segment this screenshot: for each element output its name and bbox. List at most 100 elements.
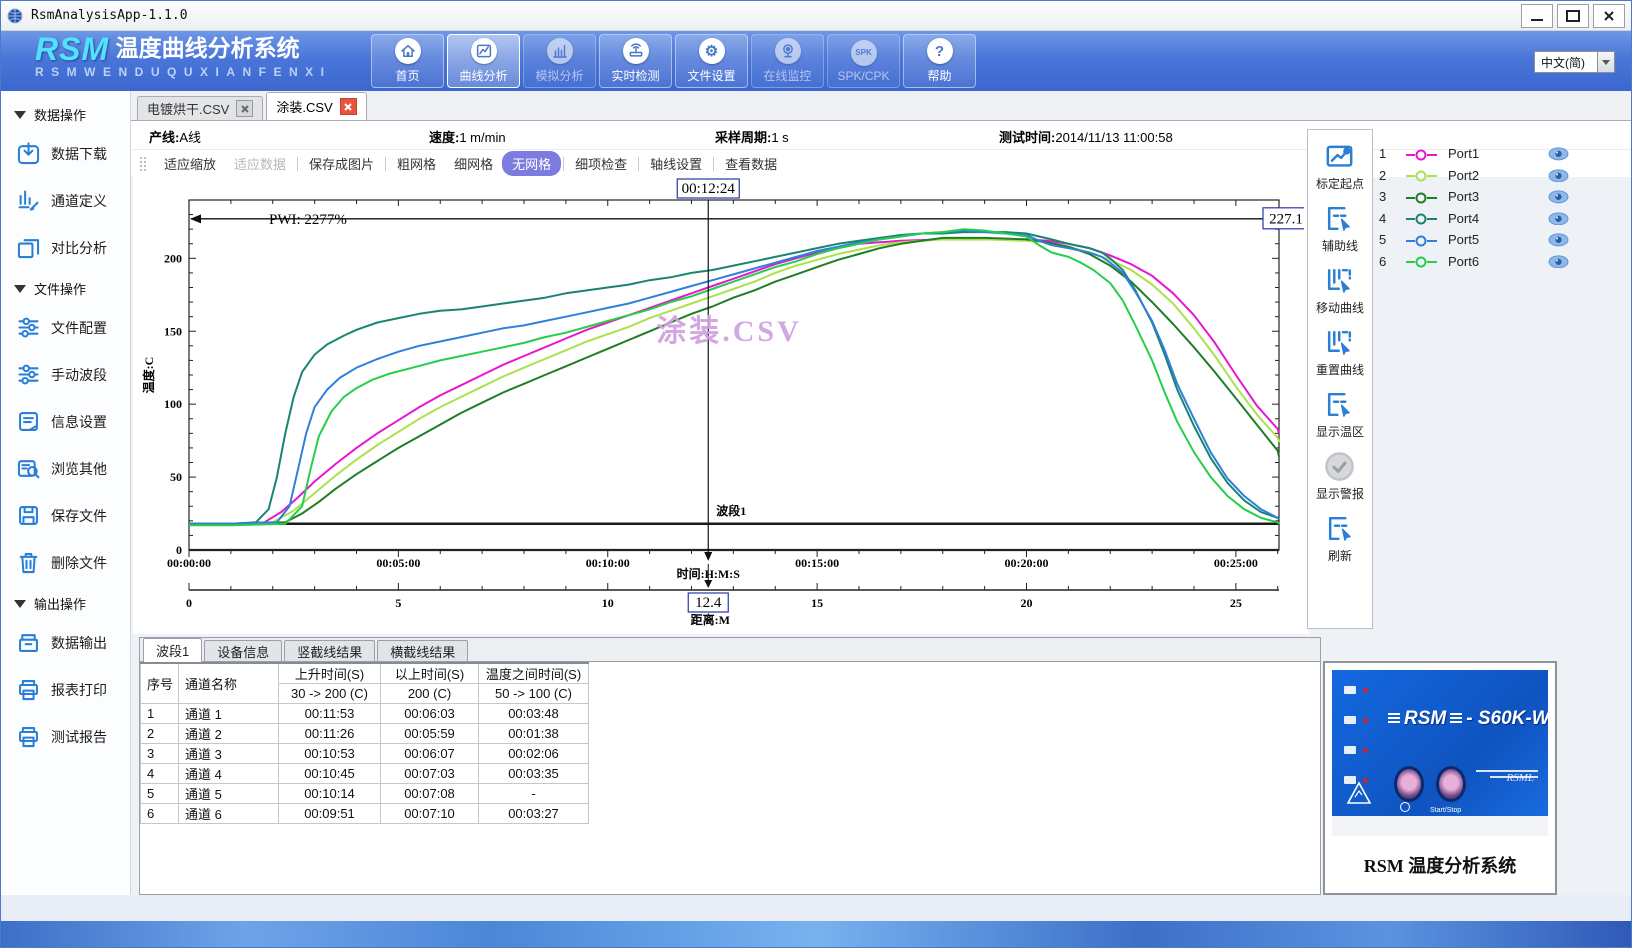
close-icon[interactable] (340, 98, 357, 115)
column-subheader: 200 (C) (381, 684, 479, 704)
table-cell: 00:10:14 (279, 784, 381, 804)
eye-icon[interactable] (1548, 233, 1569, 246)
sidebar-section-header[interactable]: 输出操作 (1, 586, 130, 619)
results-tab[interactable]: 波段1 (143, 638, 202, 662)
tool-panel[interactable]: 刷新 (1324, 512, 1357, 564)
tool-movec[interactable]: 移动曲线 (1316, 264, 1364, 316)
chart-toolbar-6[interactable]: 无网格 (502, 151, 561, 176)
sidebar-item[interactable]: 保存文件 (1, 492, 130, 539)
svg-text:100: 100 (164, 397, 182, 411)
sidebar-section-header[interactable]: 文件操作 (1, 271, 130, 304)
sidebar-section-header[interactable]: 数据操作 (1, 97, 130, 130)
table-row[interactable]: 3通道 300:10:5300:06:0700:02:06 (141, 744, 589, 764)
eye-icon[interactable] (1548, 169, 1569, 182)
eye-icon[interactable] (1548, 147, 1569, 160)
table-cell: 通道 4 (179, 764, 279, 784)
device-led (1344, 746, 1368, 754)
table-row[interactable]: 1通道 100:11:5300:06:0300:03:48 (141, 704, 589, 724)
sidebar-item[interactable]: 报表打印 (1, 666, 130, 713)
chart-area[interactable]: 00:00:0000:05:0000:10:0000:15:0000:20:00… (133, 176, 1309, 634)
svg-text:00:20:00: 00:20:00 (1004, 556, 1048, 570)
eye-icon[interactable] (1548, 190, 1569, 203)
table-row[interactable]: 2通道 200:11:2600:05:5900:01:38 (141, 724, 589, 744)
legend-row[interactable]: 2Port2 (1379, 165, 1569, 187)
nav-button-help[interactable]: ?帮助 (903, 34, 976, 88)
sidebar-item[interactable]: 通道定义 (1, 177, 130, 224)
tool-panel[interactable]: 显示温区 (1316, 388, 1364, 440)
legend-row[interactable]: 3Port3 (1379, 186, 1569, 208)
nav-button-settings[interactable]: ⚙文件设置 (675, 34, 748, 88)
language-select[interactable]: 中文(简) (1534, 51, 1615, 73)
table-row[interactable]: 4通道 400:10:4500:07:0300:03:35 (141, 764, 589, 784)
logo-main: RSM (35, 31, 109, 67)
legend-row[interactable]: 1Port1 (1379, 143, 1569, 165)
x2-axis-title: 距离:M (691, 612, 730, 627)
table-cell: 1 (141, 704, 179, 724)
eye-icon[interactable] (1548, 255, 1569, 268)
sidebar-item-label: 报表打印 (51, 680, 107, 700)
chart-toolbar-3[interactable]: 保存成图片 (300, 152, 383, 175)
legend-index: 4 (1379, 211, 1405, 226)
chart-toolbar-7[interactable]: 细项检查 (566, 152, 636, 175)
svg-text:20: 20 (1020, 596, 1032, 610)
legend-row[interactable]: 5Port5 (1379, 229, 1569, 251)
x-axis-title: 时间:H:M:S (677, 566, 741, 581)
table-row[interactable]: 5通道 500:10:1400:07:08- (141, 784, 589, 804)
chart-toolbar-5[interactable]: 细网格 (445, 152, 502, 175)
eye-icon[interactable] (1548, 212, 1569, 225)
results-tab[interactable]: 设备信息 (204, 640, 282, 661)
tool-label: 重置曲线 (1316, 361, 1364, 378)
nav-button-monitor: 在线监控 (751, 34, 824, 88)
chevron-down-icon (14, 285, 26, 293)
sidebar-item-label: 测试报告 (51, 727, 107, 747)
sidebar-item[interactable]: 信息设置 (1, 398, 130, 445)
sidebar-item[interactable]: 文件配置 (1, 304, 130, 351)
tool-panel[interactable]: 辅助线 (1322, 202, 1358, 254)
sidebar-item-label: 保存文件 (51, 506, 107, 526)
sidebar-item[interactable]: 数据输出 (1, 619, 130, 666)
file-tab[interactable]: 电镀烘干.CSV (137, 96, 263, 120)
table-cell: 6 (141, 804, 179, 824)
sidebar-item[interactable]: 删除文件 (1, 539, 130, 586)
table-cell: 通道 2 (179, 724, 279, 744)
legend-label: Port5 (1448, 232, 1548, 247)
nav-button-home[interactable]: 首页 (371, 34, 444, 88)
table-cell: 00:11:53 (279, 704, 381, 724)
sidebar-item[interactable]: 对比分析 (1, 224, 130, 271)
legend-row[interactable]: 6Port6 (1379, 251, 1569, 273)
results-tab[interactable]: 横截线结果 (377, 640, 468, 661)
tool-movec[interactable]: 重置曲线 (1316, 326, 1364, 378)
chart-toolbar-8[interactable]: 轴线设置 (641, 152, 711, 175)
app-icon (7, 8, 23, 24)
chart-toolbar-9[interactable]: 查看数据 (716, 152, 786, 175)
results-tab[interactable]: 竖截线结果 (284, 640, 375, 661)
close-button[interactable] (1593, 4, 1625, 28)
sidebar-item-label: 对比分析 (51, 238, 107, 258)
sidebar-item[interactable]: 浏览其他 (1, 445, 130, 492)
chart-toolbar-1[interactable]: 适应缩放 (155, 152, 225, 175)
maximize-button[interactable] (1557, 4, 1589, 28)
drag-handle-icon[interactable] (139, 156, 147, 172)
sidebar-item[interactable]: 手动波段 (1, 351, 130, 398)
minimize-button[interactable] (1521, 4, 1553, 28)
compare-icon (15, 234, 42, 261)
results-table: 序号通道名称上升时间(S)以上时间(S)温度之间时间(S)30 -> 200 (… (140, 662, 589, 824)
nav-label: 曲线分析 (459, 67, 507, 84)
sidebar-item[interactable]: 测试报告 (1, 713, 130, 760)
file-tab[interactable]: 涂装.CSV (266, 92, 366, 120)
tool-mark[interactable]: 标定起点 (1316, 140, 1364, 192)
nav-button-curve[interactable]: 曲线分析 (447, 34, 520, 88)
table-row[interactable]: 6通道 600:09:5100:07:1000:03:27 (141, 804, 589, 824)
svg-text:00:00:00: 00:00:00 (167, 556, 211, 570)
info-item: 测试时间:2014/11/13 11:00:58 (999, 127, 1173, 146)
nav-button-realtime[interactable]: 实时检测 (599, 34, 672, 88)
legend-row[interactable]: 4Port4 (1379, 208, 1569, 230)
sidebar-item[interactable]: 数据下载 (1, 130, 130, 177)
chart-toolbar-4[interactable]: 粗网格 (388, 152, 445, 175)
close-icon[interactable] (236, 100, 253, 117)
chevron-down-icon[interactable] (1597, 52, 1614, 72)
chevron-down-icon (14, 111, 26, 119)
temperature-chart[interactable]: 00:00:0000:05:0000:10:0000:15:0000:20:00… (139, 176, 1304, 632)
channel-icon (15, 187, 42, 214)
table-cell: 00:07:03 (381, 764, 479, 784)
